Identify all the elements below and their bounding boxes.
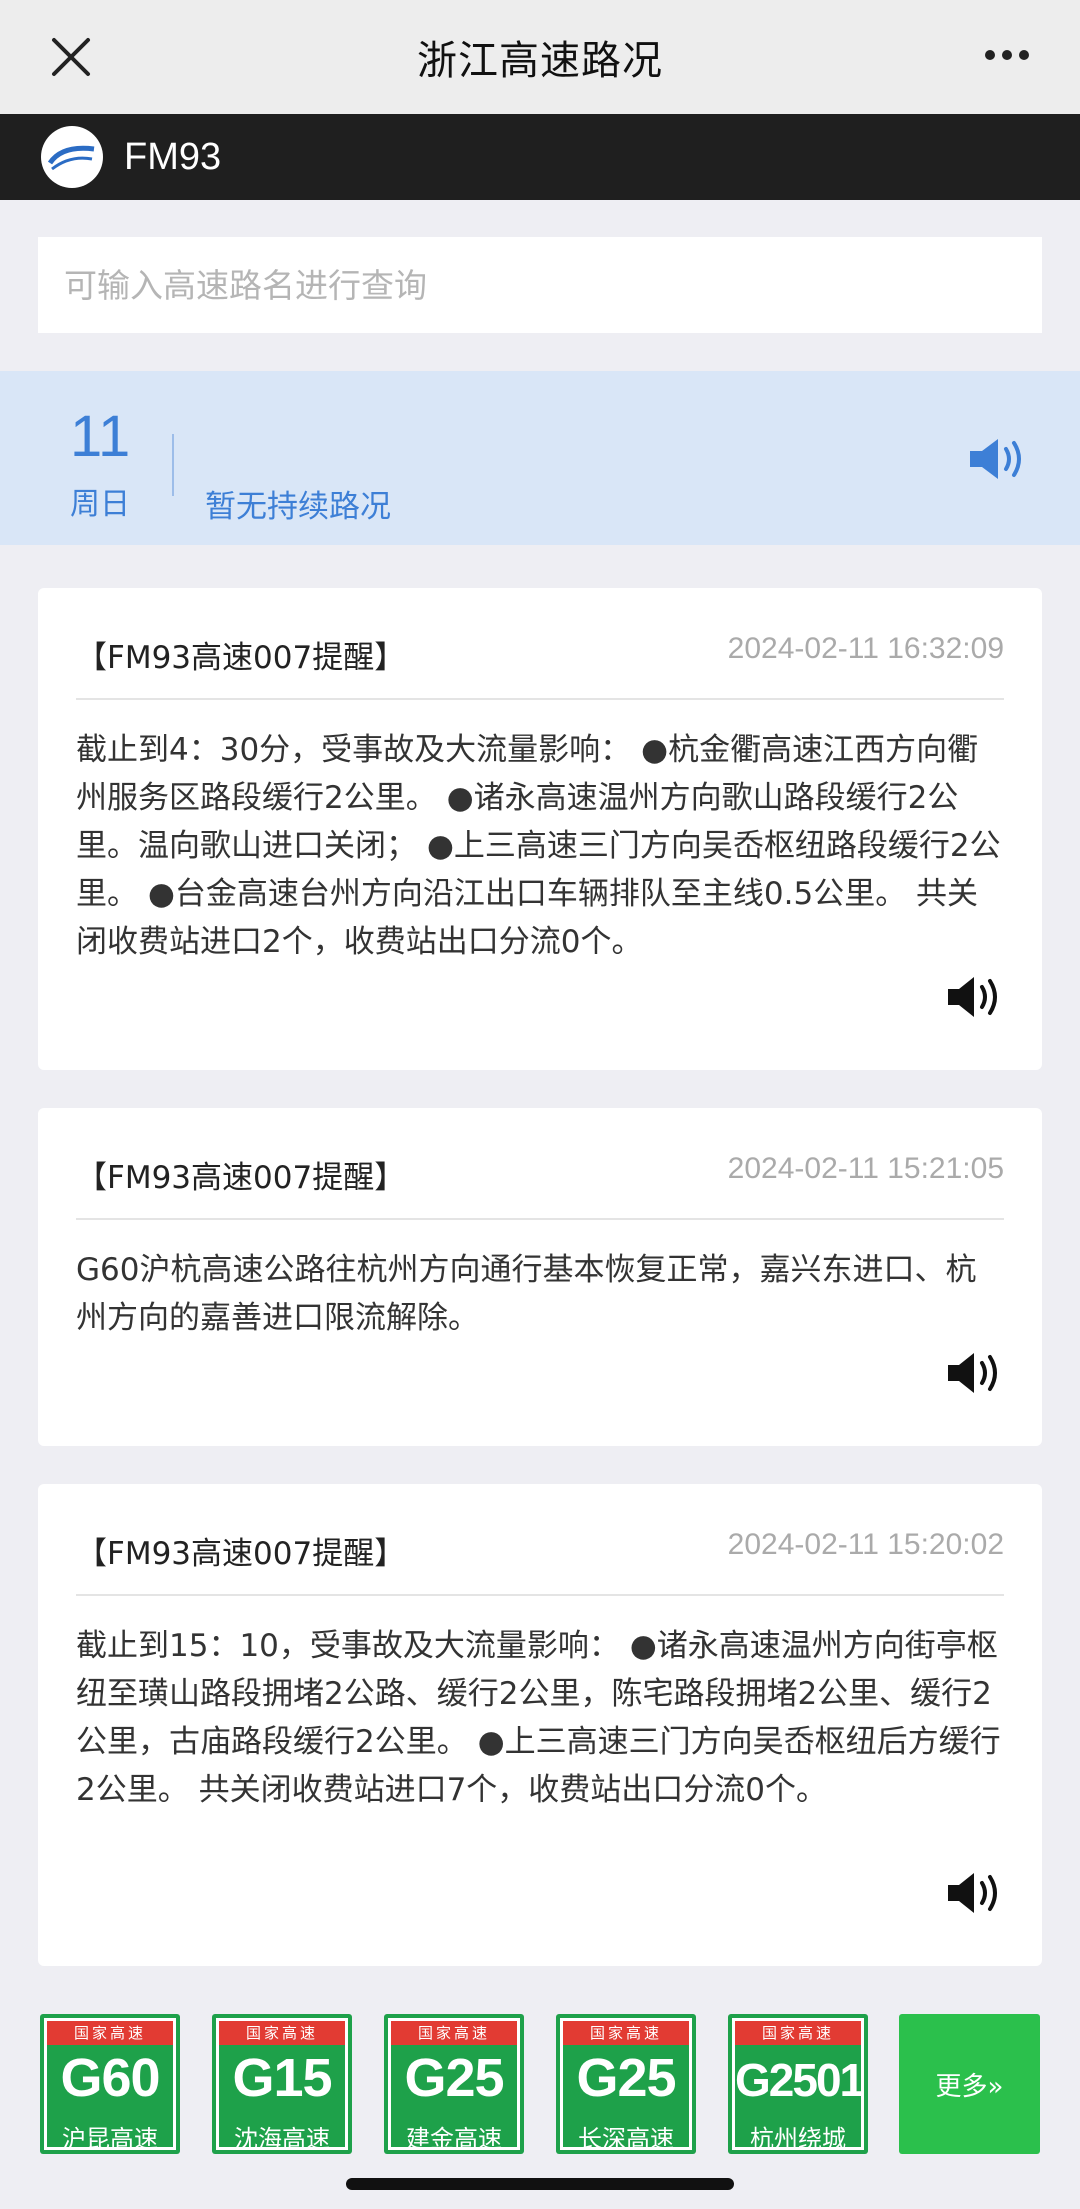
sign-code: G2501 — [735, 2054, 865, 2106]
sign-category: 国家高速 — [219, 2021, 345, 2045]
sign-code: G25 — [404, 2048, 504, 2108]
summary-banner: 11 周日 暂无持续路况 — [0, 371, 1080, 545]
speaker-icon[interactable] — [968, 435, 1028, 483]
divider — [76, 1594, 1004, 1596]
sign-name: 建金高速 — [406, 2125, 502, 2153]
ongoing-status: 暂无持续路况 — [205, 489, 391, 525]
report-source: 【FM93高速007提醒】 — [76, 1536, 406, 1572]
report-source: 【FM93高速007提醒】 — [76, 1160, 406, 1196]
report-text: 截止到15：10，受事故及大流量影响： ●诸永高速温州方向街亭枢纽至璜山路段拥堵… — [76, 1628, 1001, 1808]
sign-category: 国家高速 — [47, 2021, 173, 2045]
report-time: 2024-02-11 15:20:02 — [727, 1528, 1004, 1561]
highway-sign-g15[interactable]: 国家高速 G15 沈海高速 — [212, 2014, 352, 2154]
title-bar: 浙江高速路况 — [0, 0, 1080, 114]
sign-name: 杭州绕城 — [750, 2125, 846, 2153]
sign-category: 国家高速 — [735, 2021, 861, 2045]
home-indicator[interactable] — [346, 2178, 734, 2190]
divider — [76, 1218, 1004, 1220]
highway-sign-g2501[interactable]: 国家高速 G2501 杭州绕城 — [728, 2014, 868, 2154]
report-card: 【FM93高速007提醒】 2024-02-11 15:21:05 G60沪杭高… — [38, 1108, 1042, 1446]
sign-code: G25 — [576, 2048, 676, 2108]
speaker-icon[interactable] — [946, 974, 1004, 1020]
report-card: 【FM93高速007提醒】 2024-02-11 16:32:09 截止到4：3… — [38, 588, 1042, 1070]
highway-sign-g25-changshen[interactable]: 国家高速 G25 长深高速 — [556, 2014, 696, 2154]
report-text: 截止到4：30分，受事故及大流量影响： ●杭金衢高速江西方向衢州服务区路段缓行2… — [76, 732, 1001, 960]
divider — [172, 434, 174, 496]
brand-name: FM93 — [124, 135, 222, 178]
date-day: 11 — [70, 404, 131, 469]
more-options-icon[interactable] — [984, 48, 1030, 62]
more-button[interactable]: 更多» — [899, 2014, 1040, 2154]
report-source: 【FM93高速007提醒】 — [76, 640, 406, 676]
sign-name: 长深高速 — [578, 2125, 674, 2153]
highway-shortcuts: 国家高速 G60 沪昆高速 国家高速 G15 沈海高速 国家高速 G25 建金高… — [0, 2014, 1080, 2154]
sign-name: 沈海高速 — [234, 2125, 330, 2153]
brand-bar: FM93 — [0, 114, 1080, 200]
sign-code: G15 — [232, 2048, 332, 2108]
search-input[interactable] — [38, 237, 1042, 333]
page-title: 浙江高速路况 — [417, 38, 663, 84]
close-icon[interactable] — [50, 36, 92, 78]
sign-category: 国家高速 — [391, 2021, 517, 2045]
speaker-icon[interactable] — [946, 1870, 1004, 1916]
sign-category: 国家高速 — [563, 2021, 689, 2045]
fm93-logo-icon — [41, 126, 103, 188]
report-text: G60沪杭高速公路往杭州方向通行基本恢复正常，嘉兴东进口、杭州方向的嘉善进口限流… — [76, 1252, 977, 1336]
report-card: 【FM93高速007提醒】 2024-02-11 15:20:02 截止到15：… — [38, 1484, 1042, 1966]
highway-sign-g25-jianjin[interactable]: 国家高速 G25 建金高速 — [384, 2014, 524, 2154]
report-time: 2024-02-11 16:32:09 — [727, 632, 1004, 665]
report-time: 2024-02-11 15:21:05 — [727, 1152, 1004, 1185]
divider — [76, 698, 1004, 700]
highway-sign-g60[interactable]: 国家高速 G60 沪昆高速 — [40, 2014, 180, 2154]
speaker-icon[interactable] — [946, 1350, 1004, 1396]
sign-name: 沪昆高速 — [62, 2125, 158, 2153]
date-weekday: 周日 — [70, 487, 130, 522]
sign-code: G60 — [60, 2048, 160, 2108]
